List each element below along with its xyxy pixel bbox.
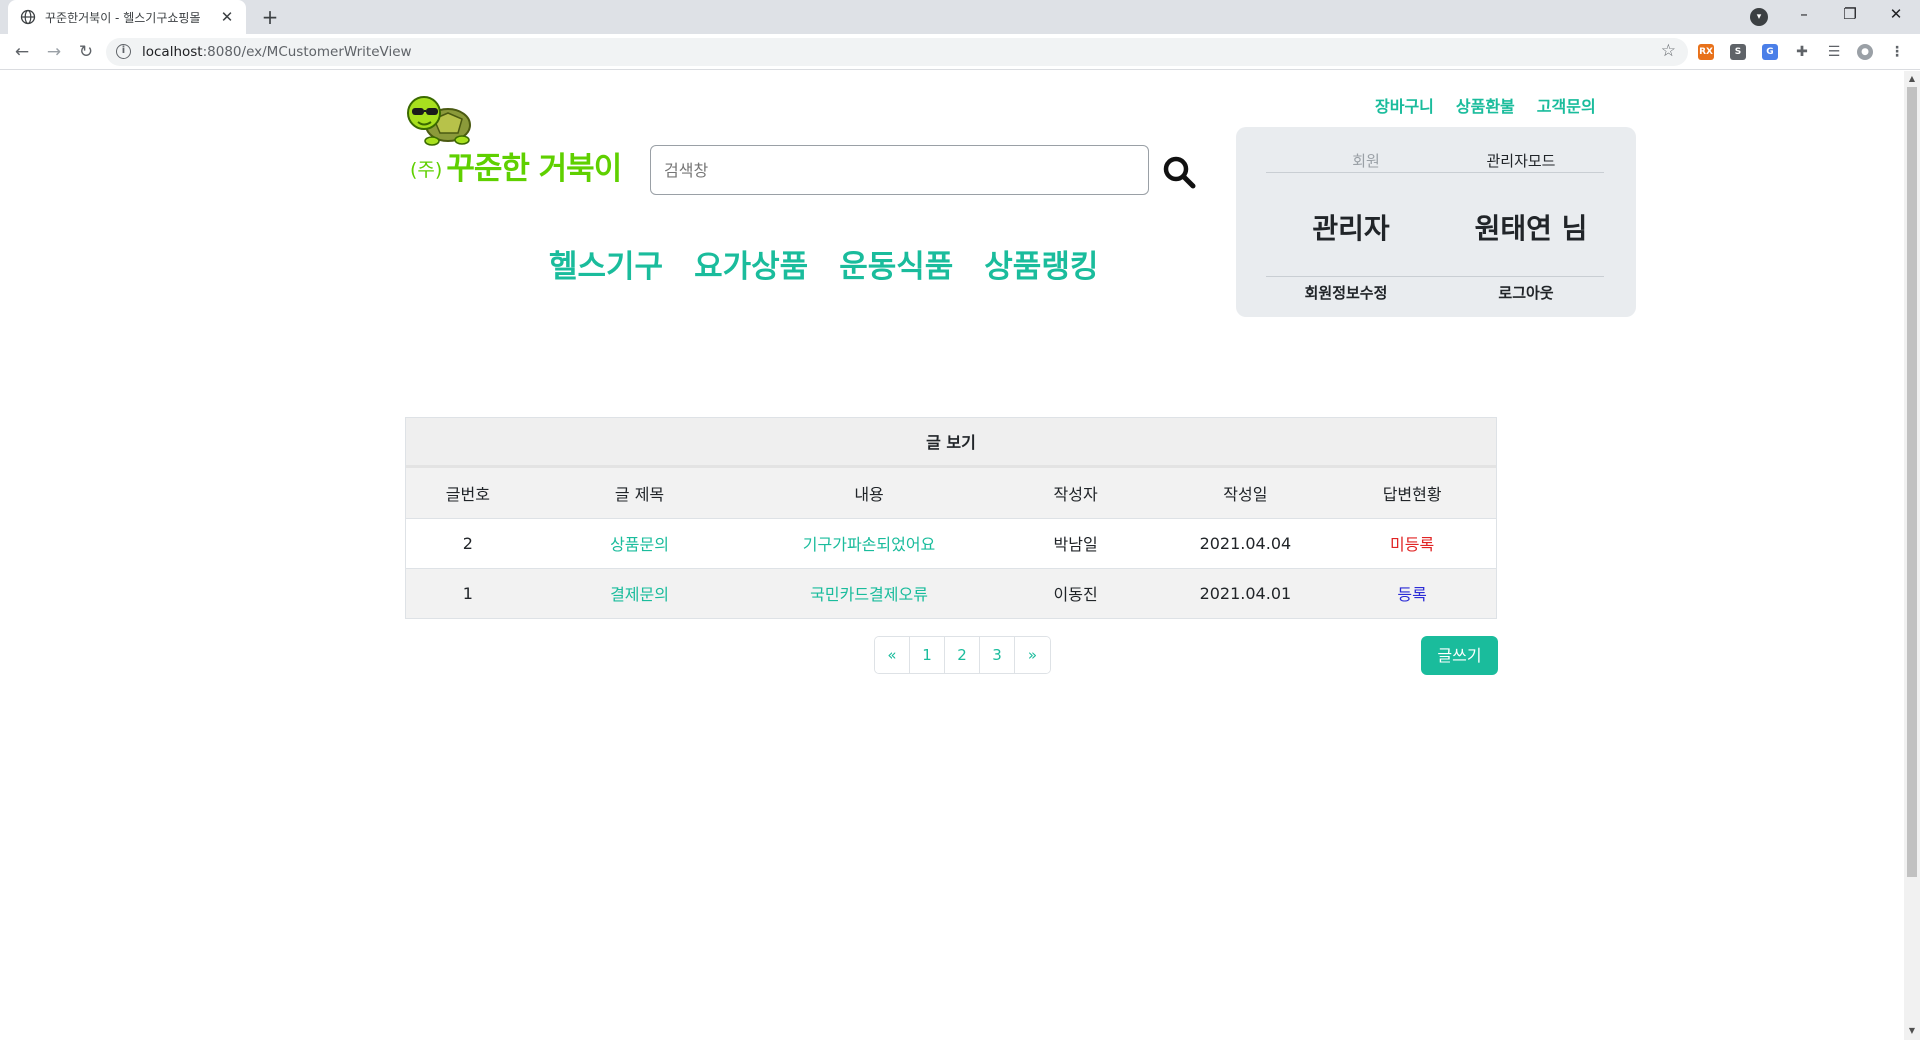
tab-admin-mode[interactable]: 관리자모드	[1451, 150, 1591, 171]
post-content-link[interactable]: 국민카드결제오류	[749, 568, 989, 618]
edit-profile-link[interactable]: 회원정보수정	[1266, 282, 1426, 303]
site-logo[interactable]: (주) 꾸준한 거북이	[404, 91, 624, 191]
post-author: 박남일	[988, 518, 1163, 569]
site-info-icon[interactable]: i	[116, 44, 131, 59]
post-date: 2021.04.04	[1162, 518, 1329, 569]
column-header: 작성일	[1162, 468, 1329, 519]
address-bar[interactable]: i localhost:8080/ex/MCustomerWriteView ☆	[106, 38, 1688, 66]
url-text: localhost:8080/ex/MCustomerWriteView	[142, 44, 412, 60]
nav-yoga-products[interactable]: 요가상품	[694, 241, 808, 286]
logout-link[interactable]: 로그아웃	[1446, 282, 1606, 303]
scroll-down-icon[interactable]: ▼	[1907, 1026, 1917, 1036]
table-row: 1 결제문의 국민카드결제오류 이동진 2021.04.01 등록	[406, 568, 1496, 618]
page-button-1[interactable]: 1	[910, 637, 945, 673]
page-viewport: (주)꾸준한 거북이 장바구니 상품환불 고객문의 회원 관리자모드 관리자 원…	[0, 71, 1904, 1040]
pagination: « 1 2 3 »	[874, 636, 1051, 674]
nav-health-equipment[interactable]: 헬스기구	[549, 241, 663, 286]
column-header: 글 제목	[529, 468, 750, 519]
minimize-icon[interactable]: –	[1782, 0, 1826, 30]
customer-inquiry-link[interactable]: 고객문의	[1537, 93, 1596, 117]
reload-icon[interactable]: ↻	[74, 41, 98, 63]
refund-link[interactable]: 상품환불	[1456, 93, 1515, 117]
page-prev-button[interactable]: «	[875, 637, 910, 673]
nav-product-ranking[interactable]: 상품랭킹	[984, 241, 1098, 286]
cart-link[interactable]: 장바구니	[1375, 93, 1434, 117]
column-header: 답변현황	[1328, 468, 1496, 519]
tab-member[interactable]: 회원	[1296, 150, 1436, 171]
inquiry-table: 글번호 글 제목 내용 작성자 작성일 답변현황 2 상품문의 기구가파손되었어…	[406, 468, 1496, 618]
user-role: 관리자	[1312, 212, 1390, 245]
scroll-up-icon[interactable]: ▲	[1907, 74, 1917, 84]
browser-tab-strip: 꾸준한거북이 - 헬스기구쇼핑몰 ✕ + ▾ – ❐ ✕	[0, 0, 1920, 34]
divider	[1266, 276, 1604, 277]
post-number: 2	[406, 518, 530, 569]
post-number: 1	[406, 568, 530, 618]
back-icon[interactable]: ←	[10, 41, 34, 63]
reading-list-icon[interactable]: ☰	[1826, 44, 1842, 60]
board-caption: 글 보기	[406, 418, 1496, 468]
answer-status: 등록	[1328, 568, 1496, 618]
column-header: 글번호	[406, 468, 530, 519]
profile-avatar-icon[interactable]: ●	[1857, 44, 1873, 60]
tab-search-icon[interactable]: ▾	[1750, 8, 1768, 26]
close-tab-icon[interactable]: ✕	[218, 8, 236, 26]
extension-rx-icon[interactable]: RX	[1698, 44, 1714, 60]
bookmark-star-icon[interactable]: ☆	[1661, 41, 1676, 61]
browser-toolbar: ← → ↻ i localhost:8080/ex/MCustomerWrite…	[0, 34, 1920, 70]
browser-tab[interactable]: 꾸준한거북이 - 헬스기구쇼핑몰 ✕	[8, 0, 246, 34]
translate-extension-icon[interactable]: G	[1762, 44, 1778, 60]
forward-icon[interactable]: →	[42, 41, 66, 63]
page-next-button[interactable]: »	[1015, 637, 1050, 673]
post-date: 2021.04.01	[1162, 568, 1329, 618]
category-nav: 헬스기구 요가상품 운동식품 상품랭킹	[549, 241, 1098, 286]
post-author: 이동진	[988, 568, 1163, 618]
post-content-link[interactable]: 기구가파손되었어요	[749, 518, 989, 569]
table-row: 2 상품문의 기구가파손되었어요 박남일 2021.04.04 미등록	[406, 518, 1496, 569]
post-title-link[interactable]: 결제문의	[529, 568, 750, 618]
logo-text: (주) 꾸준한 거북이	[410, 151, 622, 187]
page-scrollbar[interactable]: ▲ ▼	[1904, 71, 1920, 1040]
inquiry-board: 글 보기 글번호 글 제목 내용 작성자 작성일 답변현황 2 상품문의 기구가…	[405, 417, 1497, 619]
search-icon[interactable]	[1162, 155, 1196, 189]
page-button-2[interactable]: 2	[945, 637, 980, 673]
page-button-3[interactable]: 3	[980, 637, 1015, 673]
close-window-icon[interactable]: ✕	[1874, 0, 1918, 30]
tab-title: 꾸준한거북이 - 헬스기구쇼핑몰	[45, 10, 201, 25]
globe-icon	[20, 9, 36, 25]
user-name: 원태연 님	[1474, 212, 1588, 245]
new-tab-button[interactable]: +	[258, 6, 282, 28]
top-links: 장바구니 상품환불 고객문의	[1375, 93, 1596, 117]
table-header-row: 글번호 글 제목 내용 작성자 작성일 답변현황	[406, 468, 1496, 519]
post-title-link[interactable]: 상품문의	[529, 518, 750, 569]
turtle-mascot-icon	[407, 96, 471, 146]
extensions-puzzle-icon[interactable]: ✚	[1794, 44, 1810, 60]
divider	[1266, 172, 1604, 173]
column-header: 작성자	[988, 468, 1163, 519]
nav-sports-food[interactable]: 운동식품	[839, 241, 953, 286]
browser-menu-icon[interactable]: ⋮	[1889, 44, 1905, 60]
write-post-button[interactable]: 글쓰기	[1421, 636, 1498, 675]
answer-status: 미등록	[1328, 518, 1496, 569]
extension-s-icon[interactable]: S	[1730, 44, 1746, 60]
restore-icon[interactable]: ❐	[1828, 0, 1872, 30]
user-panel: 회원 관리자모드 관리자 원태연 님 회원정보수정 로그아웃	[1236, 127, 1636, 317]
column-header: 내용	[749, 468, 989, 519]
scrollbar-thumb[interactable]	[1907, 87, 1917, 877]
search-input[interactable]	[650, 145, 1149, 195]
